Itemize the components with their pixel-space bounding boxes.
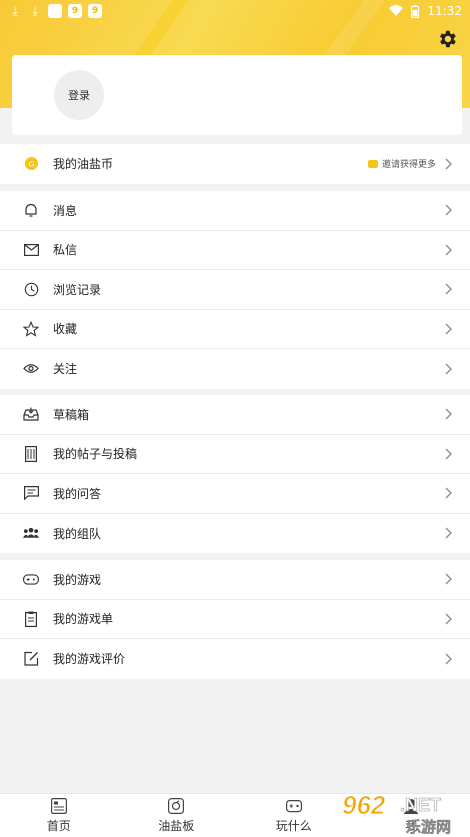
gamepad-icon xyxy=(23,571,39,587)
coin-icon: G xyxy=(23,156,39,172)
coins-label: 我的油盐币 xyxy=(53,157,114,172)
home-icon xyxy=(50,797,67,814)
menu-item-game-list[interactable]: 我的游戏单 xyxy=(0,600,470,639)
watermark-logo: 962 .NET 乐游网 xyxy=(342,790,452,836)
menu-label: 浏览记录 xyxy=(53,282,102,297)
app-icon xyxy=(48,4,62,18)
chevron-right-icon xyxy=(445,613,452,625)
inbox-icon xyxy=(23,406,39,422)
chevron-right-icon xyxy=(445,408,452,420)
clipboard-icon xyxy=(23,611,39,627)
menu-item-favorites[interactable]: 收藏 xyxy=(0,310,470,349)
chevron-right-icon xyxy=(445,363,452,375)
chat-icon xyxy=(23,485,39,501)
content-section: 草稿箱 我的帖子与投稿 我的问答 我的组队 xyxy=(0,395,470,553)
nav-label: 油盐板 xyxy=(158,818,195,833)
chevron-right-icon xyxy=(445,204,452,216)
coins-row[interactable]: G 我的油盐币 邀请获得更多 xyxy=(0,144,470,184)
nav-home[interactable]: 首页 xyxy=(0,794,118,837)
chevron-right-icon xyxy=(445,323,452,335)
menu-item-my-games[interactable]: 我的游戏 xyxy=(0,560,470,600)
menu-item-history[interactable]: 浏览记录 xyxy=(0,270,470,310)
nav-label: 玩什么 xyxy=(275,818,312,833)
menu-label: 我的游戏评价 xyxy=(53,652,126,667)
building-icon xyxy=(23,445,39,462)
nav-label: 首页 xyxy=(46,818,71,833)
svg-text:乐游网: 乐游网 xyxy=(406,818,451,836)
app-icon: 9 xyxy=(68,4,82,18)
download-icon: ⤓ xyxy=(12,3,18,18)
invite-more[interactable]: 邀请获得更多 xyxy=(367,157,436,171)
menu-label: 我的组队 xyxy=(53,526,102,541)
svg-text:G: G xyxy=(28,160,34,169)
menu-item-posts[interactable]: 我的帖子与投稿 xyxy=(0,435,470,474)
coins-section: G 我的油盐币 邀请获得更多 xyxy=(0,144,470,184)
chevron-right-icon xyxy=(445,573,452,585)
menu-label: 我的帖子与投稿 xyxy=(53,447,138,462)
chevron-right-icon xyxy=(445,283,452,295)
menu-label: 我的问答 xyxy=(53,486,102,501)
status-bar: ⤓ ⤓ 9 9 11:32 xyxy=(0,0,470,22)
mail-icon xyxy=(23,242,39,258)
menu-item-messages[interactable]: 消息 xyxy=(0,191,470,231)
menu-label: 消息 xyxy=(53,203,78,218)
activity-section: 消息 私信 浏览记录 收藏 关注 xyxy=(0,191,470,389)
eye-icon xyxy=(23,361,39,377)
menu-item-following[interactable]: 关注 xyxy=(0,349,470,389)
menu-item-drafts[interactable]: 草稿箱 xyxy=(0,395,470,435)
app-icon: 9 xyxy=(88,4,102,18)
invite-label: 邀请获得更多 xyxy=(381,160,436,171)
login-label: 登录 xyxy=(68,89,90,102)
svg-text:962: 962 xyxy=(342,790,386,820)
chevron-right-icon xyxy=(445,487,452,499)
menu-item-qa[interactable]: 我的问答 xyxy=(0,474,470,514)
bell-icon xyxy=(23,202,39,218)
menu-label: 关注 xyxy=(53,362,78,377)
chevron-right-icon xyxy=(445,653,452,665)
menu-label: 草稿箱 xyxy=(53,407,90,422)
star-icon xyxy=(23,320,39,337)
chevron-right-icon xyxy=(445,158,452,170)
menu-item-private-messages[interactable]: 私信 xyxy=(0,231,470,270)
games-section: 我的游戏 我的游戏单 我的游戏评价 xyxy=(0,560,470,679)
wifi-icon xyxy=(389,5,404,16)
status-time: 11:32 xyxy=(427,4,462,18)
download-icon: ⤓ xyxy=(32,3,38,18)
chevron-right-icon xyxy=(445,448,452,460)
chevron-right-icon xyxy=(445,527,452,539)
menu-label: 私信 xyxy=(53,243,78,258)
nav-board[interactable]: 油盐板 xyxy=(118,794,236,837)
menu-item-game-reviews[interactable]: 我的游戏评价 xyxy=(0,639,470,679)
menu-item-team[interactable]: 我的组队 xyxy=(0,514,470,554)
chevron-right-icon xyxy=(445,244,452,256)
edit-icon xyxy=(23,651,39,667)
team-icon xyxy=(23,525,39,541)
svg-text:.NET: .NET xyxy=(400,795,441,815)
gift-icon xyxy=(367,159,378,168)
menu-label: 我的游戏 xyxy=(53,572,102,587)
profile-card: 登录 xyxy=(12,55,462,135)
controller-icon xyxy=(285,799,302,812)
board-icon xyxy=(168,797,185,814)
menu-label: 收藏 xyxy=(53,322,78,337)
clock-icon xyxy=(23,281,39,297)
menu-label: 我的游戏单 xyxy=(53,612,114,627)
battery-icon xyxy=(411,4,420,18)
gear-icon[interactable] xyxy=(436,28,458,50)
login-button[interactable]: 登录 xyxy=(54,70,104,120)
